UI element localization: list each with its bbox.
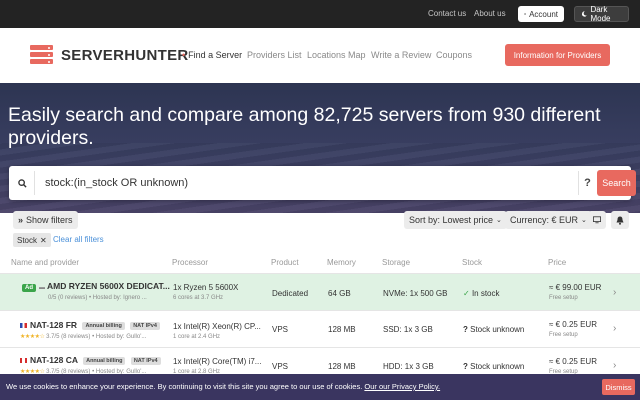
about-link[interactable]: About us (474, 9, 506, 18)
cpu-name: 1x Ryzen 5 5600X (173, 283, 239, 292)
currency-label: Currency: € EUR (510, 215, 579, 225)
flag-fr-icon (20, 323, 27, 329)
column-header-name[interactable]: Name and provider (11, 258, 79, 267)
user-icon (524, 13, 526, 16)
provider-info-button[interactable]: Information for Providers (505, 44, 610, 66)
clear-filters-link[interactable]: Clear all filters (53, 235, 104, 244)
account-button[interactable]: Account (518, 6, 564, 22)
search-bar: ? Search (9, 166, 636, 200)
dark-mode-label: Dark Mode (590, 5, 611, 23)
column-header-storage[interactable]: Storage (382, 258, 410, 267)
check-icon: ✓ (463, 289, 470, 298)
active-filter-tag[interactable]: Stock ✕ (13, 233, 51, 247)
nat-ipv4-badge: NAT IPv4 (130, 356, 161, 365)
search-help-icon[interactable]: ? (578, 171, 596, 195)
server-name-label: NAT-128 CA (30, 355, 78, 365)
annual-billing-badge: Annual billing (83, 356, 126, 365)
storage-value: SSD: 1x 3 GB (383, 325, 433, 334)
flag-ca-icon (20, 358, 27, 364)
price-value: ≈ € 99.00 EUR (549, 283, 602, 292)
cookie-banner: We use cookies to enhance your experienc… (0, 374, 640, 400)
server-name[interactable]: Ad ▬ AMD RYZEN 5600X DEDICAT... (22, 281, 170, 292)
reviews-text: 0/5 (0 reviews) • Hosted by: Ignero ... (48, 295, 147, 301)
search-input[interactable] (38, 171, 574, 195)
chevron-right-icon[interactable]: › (613, 323, 616, 334)
column-header-processor[interactable]: Processor (172, 258, 208, 267)
compare-button[interactable] (588, 211, 606, 229)
logo-server-icon[interactable] (30, 45, 53, 65)
moon-icon (582, 11, 587, 17)
site-header: SERVERHUNTER Find a Server Providers Lis… (0, 28, 640, 83)
nav-locations-map[interactable]: Locations Map (307, 50, 366, 60)
memory-value: 64 GB (328, 289, 351, 298)
price-value: ≈ € 0.25 EUR (549, 357, 597, 366)
storage-value: NVMe: 1x 500 GB (383, 289, 448, 298)
reviews-text: ★★★★☆ 3.7/5 (8 reviews) • Hosted by: Gul… (20, 334, 147, 340)
show-filters-button[interactable]: » Show filters (13, 211, 78, 229)
memory-value: 128 MB (328, 325, 356, 334)
server-name[interactable]: NAT-128 CA Annual billing NAT IPv4 (20, 355, 161, 365)
server-name[interactable]: NAT-128 FR Annual billing NAT IPv4 (20, 320, 160, 330)
logo[interactable]: SERVERHUNTER (61, 47, 189, 64)
chevron-down-icon: ⌄ (581, 217, 587, 224)
table-row[interactable]: NAT-128 FR Annual billing NAT IPv4 ★★★★☆… (0, 310, 640, 347)
setup-fee: Free setup (549, 295, 578, 301)
product-type: Dedicated (272, 289, 309, 298)
server-name-label: AMD RYZEN 5600X DEDICAT... (47, 281, 170, 291)
column-header-stock[interactable]: Stock (462, 258, 482, 267)
stock-status: ✓ In stock (463, 289, 500, 298)
active-filter-label: Stock (17, 235, 38, 245)
cpu-name: 1x Intel(R) Core(TM) i7... (173, 357, 262, 366)
flag-icon: ▬ (39, 285, 45, 291)
column-header-memory[interactable]: Memory (327, 258, 356, 267)
product-type: VPS (272, 362, 289, 371)
account-label: Account (529, 9, 558, 19)
chevron-right-icon[interactable]: › (613, 287, 616, 298)
privacy-policy-link[interactable]: Our our Privacy Policy. (364, 382, 440, 391)
column-header-price[interactable]: Price (548, 258, 566, 267)
cookie-text: We use cookies to enhance your experienc… (6, 382, 441, 391)
top-bar: Contact us About us Account Dark Mode (0, 0, 640, 28)
cpu-details: 6 cores at 3.7 GHz (173, 295, 224, 301)
currency-select[interactable]: Currency: € EUR ⌄ (505, 211, 592, 229)
setup-fee: Free setup (549, 332, 578, 338)
ad-badge: Ad (22, 284, 36, 292)
nav-coupons[interactable]: Coupons (436, 50, 472, 60)
double-chevron-right-icon: » (18, 215, 24, 225)
search-button[interactable]: Search (597, 170, 636, 196)
nav-write-review[interactable]: Write a Review (371, 50, 431, 60)
monitor-icon (593, 216, 601, 224)
chevron-down-icon: ⌄ (496, 217, 502, 224)
sort-label: Sort by: Lowest price (409, 215, 494, 225)
notifications-button[interactable] (611, 211, 629, 229)
cpu-name: 1x Intel(R) Xeon(R) CP... (173, 322, 261, 331)
hero-title: Easily search and compare among 82,725 s… (8, 104, 601, 149)
bell-icon (616, 216, 624, 225)
memory-value: 128 MB (328, 362, 356, 371)
product-type: VPS (272, 325, 289, 334)
nat-ipv4-badge: NAT IPv4 (130, 321, 160, 330)
stock-status: ? Stock unknown (463, 362, 525, 371)
show-filters-label: Show filters (26, 215, 73, 225)
question-icon: ? (463, 362, 468, 371)
search-icon (11, 171, 35, 195)
nav-find-server[interactable]: Find a Server (182, 50, 242, 60)
annual-billing-badge: Annual billing (82, 321, 125, 330)
column-header-product[interactable]: Product (271, 258, 299, 267)
dismiss-button[interactable]: Dismiss (602, 379, 635, 395)
storage-value: HDD: 1x 3 GB (383, 362, 434, 371)
rating-stars-icon: ★★★★☆ (20, 334, 45, 340)
sort-select[interactable]: Sort by: Lowest price ⌄ (404, 211, 507, 229)
server-name-label: NAT-128 FR (30, 320, 78, 330)
cpu-details: 1 core at 2.4 GHz (173, 334, 221, 340)
close-icon[interactable]: ✕ (40, 236, 47, 245)
contact-link[interactable]: Contact us (428, 9, 466, 18)
question-icon: ? (463, 325, 468, 334)
price-value: ≈ € 0.25 EUR (549, 320, 597, 329)
table-row[interactable]: Ad ▬ AMD RYZEN 5600X DEDICAT... 0/5 (0 re… (0, 273, 640, 310)
stock-status: ? Stock unknown (463, 325, 525, 334)
nav-providers-list[interactable]: Providers List (247, 50, 302, 60)
dark-mode-toggle[interactable]: Dark Mode (574, 5, 629, 23)
chevron-right-icon[interactable]: › (613, 360, 616, 371)
